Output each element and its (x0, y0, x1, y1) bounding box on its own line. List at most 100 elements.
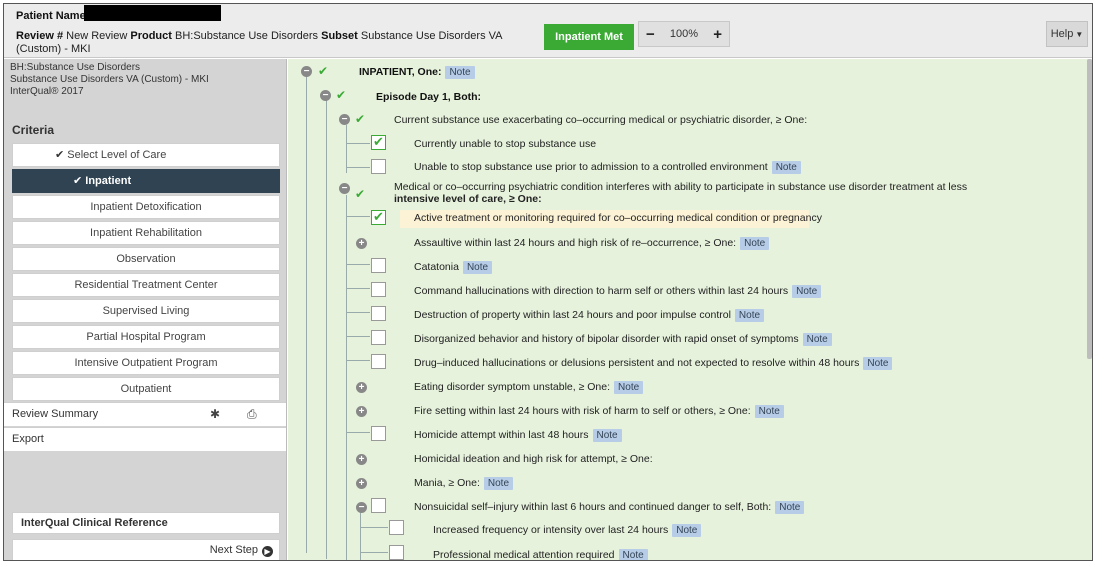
nav-partial-hospital-program[interactable]: Partial Hospital Program (12, 325, 280, 349)
criterion-row: Destruction of property within last 24 h… (414, 309, 765, 322)
group-label-tail: intensive level of care, ≥ One: (394, 193, 542, 205)
note-button[interactable]: Note (775, 501, 805, 514)
nav-inpatient-detoxification[interactable]: Inpatient Detoxification (12, 195, 280, 219)
next-step-label: Next Step (209, 544, 258, 556)
vertical-scrollbar[interactable] (1086, 59, 1092, 560)
review-header: Patient Name/ID Review # New Review Prod… (4, 4, 1092, 58)
criterion-checkbox[interactable] (389, 545, 404, 560)
export-label: Export (12, 433, 44, 445)
criterion-checkbox[interactable] (371, 159, 386, 174)
tree-connector (346, 336, 370, 337)
gear-icon[interactable]: ✱ (210, 407, 220, 421)
help-menu-button[interactable]: Help ▼ (1046, 21, 1088, 47)
tree-connector (346, 195, 347, 560)
collapse-icon[interactable]: − (339, 114, 350, 125)
nav-observation[interactable]: Observation (12, 247, 280, 271)
tree-episode: Episode Day 1, Both: (376, 91, 481, 103)
criterion-label: Fire setting within last 24 hours with r… (414, 405, 751, 417)
criterion-label: Unable to stop substance use prior to ad… (414, 161, 768, 173)
nav-inpatient-rehabilitation[interactable]: Inpatient Rehabilitation (12, 221, 280, 245)
scrollbar-thumb[interactable] (1087, 59, 1092, 359)
note-button[interactable]: Note (672, 524, 702, 537)
criteria-heading: Criteria (12, 123, 55, 137)
inpatient-met-button[interactable]: Inpatient Met (544, 24, 634, 50)
nav-outpatient[interactable]: Outpatient (12, 377, 280, 401)
clinical-reference-link[interactable]: InterQual Clinical Reference (12, 512, 280, 534)
note-button[interactable]: Note (792, 285, 822, 298)
product-value: BH:Substance Use Disorders (174, 30, 319, 42)
criterion-checkbox[interactable] (371, 330, 386, 345)
tree-connector (346, 125, 347, 173)
expand-icon[interactable]: + (356, 238, 367, 249)
help-label: Help (1050, 28, 1074, 40)
expand-icon[interactable]: + (356, 406, 367, 417)
review-summary-label: Review Summary (12, 408, 99, 420)
note-button[interactable]: Note (863, 357, 893, 370)
criterion-row: Eating disorder symptom unstable, ≥ One:… (414, 381, 644, 394)
print-icon[interactable]: ⎙ (247, 407, 257, 422)
note-button[interactable]: Note (618, 549, 648, 560)
sidebar: BH:Substance Use Disorders Substance Use… (4, 59, 287, 560)
criterion-checkbox[interactable] (371, 354, 386, 369)
criterion-checkbox[interactable] (371, 498, 386, 513)
criterion-row: Disorganized behavior and history of bip… (414, 333, 832, 346)
note-button[interactable]: Note (734, 309, 765, 322)
note-button[interactable]: Note (754, 405, 784, 418)
note-button[interactable]: Note (462, 261, 493, 274)
tree-connector (346, 216, 370, 217)
criterion-checkbox[interactable] (371, 282, 386, 297)
subset-label: Subset (321, 30, 358, 42)
collapse-icon[interactable]: − (320, 90, 331, 101)
note-button[interactable]: Note (483, 477, 514, 490)
criterion-checkbox[interactable] (371, 426, 386, 441)
next-step-button[interactable]: Next Step ▶ (12, 539, 280, 560)
tree-connector (360, 527, 388, 528)
criterion-checkbox[interactable] (389, 520, 404, 535)
note-button[interactable]: Note (740, 237, 770, 250)
check-icon: ✔ (55, 149, 65, 161)
tree-connector (346, 432, 370, 433)
criterion-checkbox[interactable] (371, 306, 386, 321)
note-button[interactable]: Note (802, 333, 832, 346)
nav-inpatient[interactable]: ✔ Inpatient (12, 169, 280, 193)
chevron-down-icon: ▼ (1075, 30, 1084, 39)
criterion-label: Active treatment or monitoring required … (414, 212, 822, 224)
nav-intensive-outpatient-program[interactable]: Intensive Outpatient Program (12, 351, 280, 375)
criterion-row: Nonsuicidal self–injury within last 6 ho… (414, 501, 805, 514)
group-label: Medical or co–occurring psychiatric cond… (394, 181, 968, 193)
zoom-level: 100% (669, 28, 699, 40)
expand-icon[interactable]: + (356, 382, 367, 393)
collapse-icon[interactable]: − (301, 66, 312, 77)
review-summary-row[interactable]: Review Summary ✱ ⎙ (4, 402, 286, 426)
zoom-in-button[interactable]: + (713, 26, 722, 43)
collapse-icon[interactable]: − (356, 502, 367, 513)
review-details: Review # New Review Product BH:Substance… (16, 30, 516, 56)
note-button[interactable]: Note (592, 429, 622, 442)
collapse-icon[interactable]: − (339, 183, 350, 194)
check-icon: ✔ (336, 88, 347, 102)
criterion-label: Destruction of property within last 24 h… (414, 309, 731, 321)
tree-connector (346, 167, 370, 168)
criterion-checkbox[interactable] (371, 209, 386, 225)
tree-connector (346, 312, 370, 313)
nav-supervised-living[interactable]: Supervised Living (12, 299, 280, 323)
expand-icon[interactable]: + (356, 478, 367, 489)
criterion-checkbox[interactable] (371, 134, 386, 150)
nav-select-level-of-care[interactable]: ✔ Select Level of Care (12, 143, 280, 167)
nav-residential-treatment-center[interactable]: Residential Treatment Center (12, 273, 280, 297)
note-button[interactable]: Note (771, 161, 801, 174)
criterion-row: Mania, ≥ One: Note (414, 477, 514, 490)
note-button[interactable]: Note (614, 381, 644, 394)
zoom-out-button[interactable]: − (646, 26, 655, 43)
criterion-label: Increased frequency or intensity over la… (433, 524, 669, 536)
tree-connector (346, 360, 370, 361)
expand-icon[interactable]: + (356, 454, 367, 465)
criterion-checkbox[interactable] (371, 258, 386, 273)
tree-connector (306, 73, 307, 553)
check-icon: ✔ (355, 187, 366, 201)
export-row[interactable]: Export (4, 427, 286, 451)
criterion-row: Currently unable to stop substance use (414, 138, 596, 150)
note-button[interactable]: Note (445, 66, 475, 79)
check-icon: ✔ (73, 175, 83, 187)
criterion-row: Increased frequency or intensity over la… (433, 524, 702, 537)
